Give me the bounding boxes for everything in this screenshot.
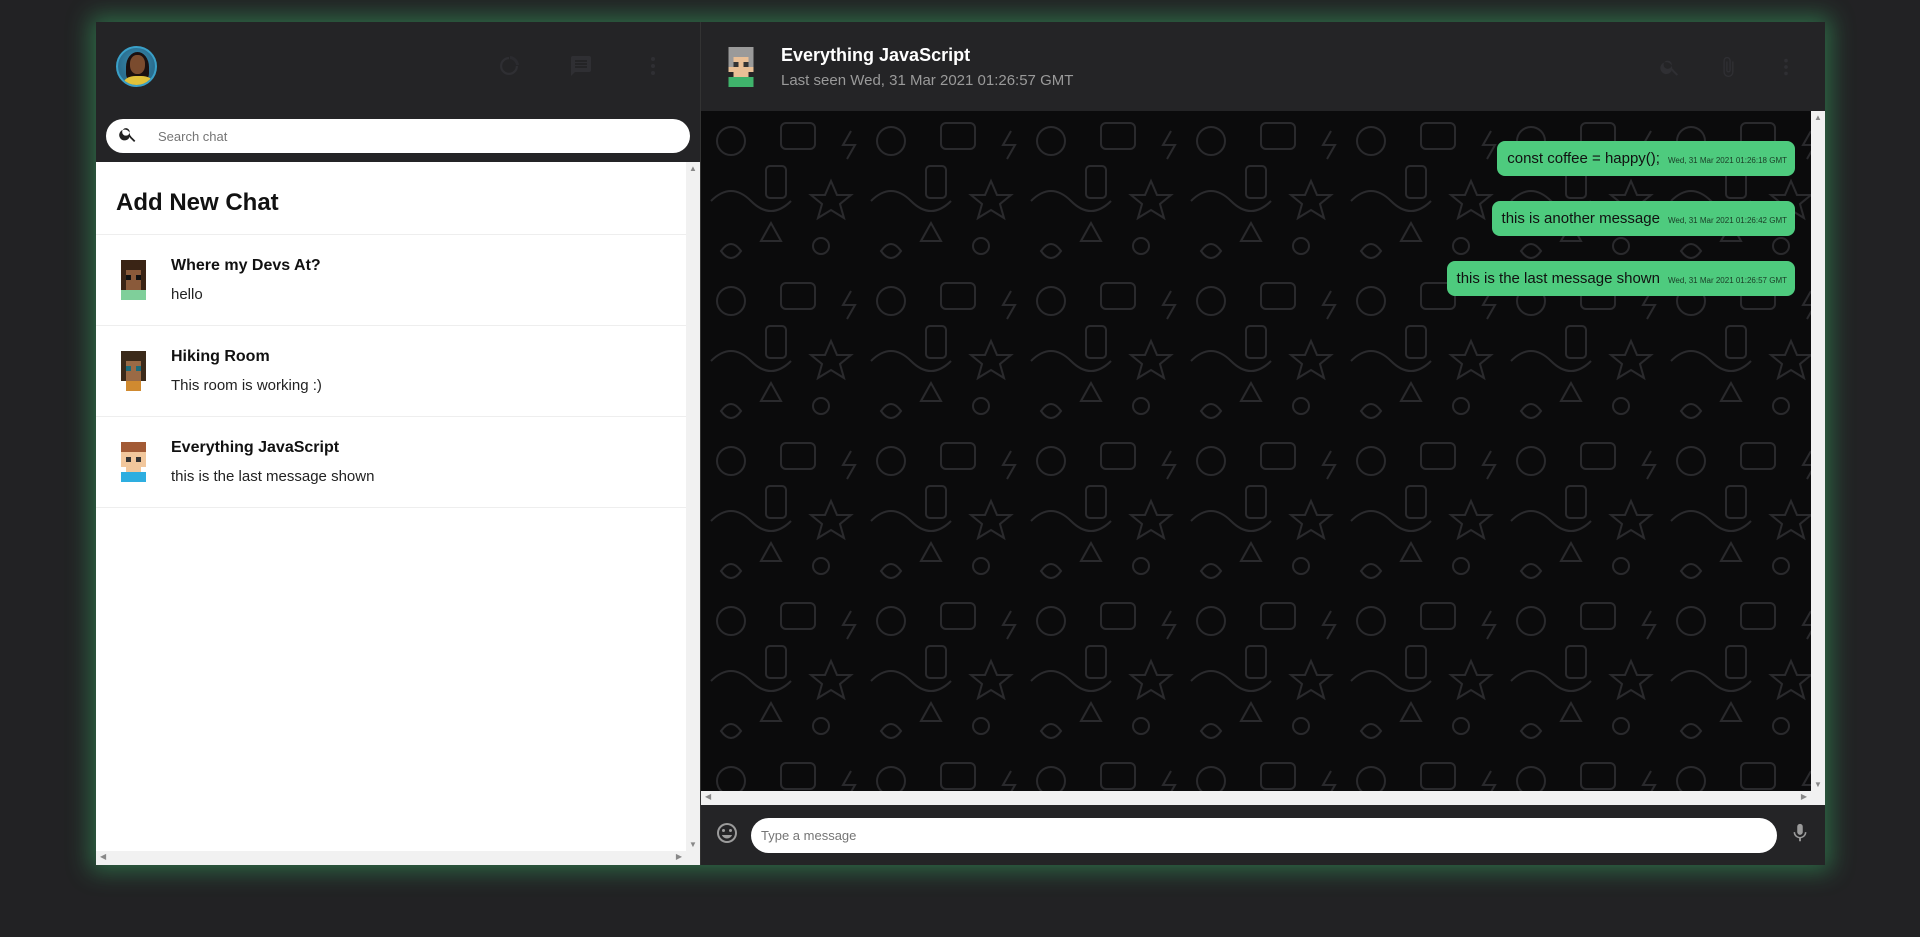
search-icon (118, 124, 138, 149)
scroll-down-arrow-icon[interactable]: ▼ (1814, 780, 1822, 789)
chat-body[interactable]: const coffee = happy(); Wed, 31 Mar 2021… (701, 111, 1825, 805)
message-composer (701, 805, 1825, 865)
sidebar-header (96, 22, 700, 110)
search-input[interactable] (158, 128, 638, 144)
user-avatar[interactable] (116, 45, 157, 87)
chat-item[interactable]: Where my Devs At? hello (96, 235, 700, 326)
chat-last-message: hello (171, 286, 203, 303)
scroll-right-arrow-icon[interactable]: ▶ (676, 852, 682, 861)
more-vert-icon[interactable] (634, 47, 672, 85)
message-text: this is another message (1501, 210, 1660, 227)
emoji-icon[interactable] (715, 821, 739, 850)
new-chat-icon[interactable] (562, 47, 600, 85)
chat-last-message: this is the last message shown (171, 468, 375, 485)
add-new-chat-button[interactable]: Add New Chat (96, 162, 700, 235)
chat-name: Hiking Room (171, 348, 270, 365)
chat-list: Add New Chat Where my Devs At? hello Hik… (96, 162, 700, 865)
sidebar: Add New Chat Where my Devs At? hello (96, 22, 701, 865)
message-timestamp: Wed, 31 Mar 2021 01:26:57 GMT (1667, 276, 1787, 285)
status-icon[interactable] (490, 47, 528, 85)
chat-last-message: This room is working :) (171, 377, 322, 394)
chat-search-icon[interactable] (1651, 48, 1689, 86)
chat-vertical-scrollbar[interactable]: ▲ ▼ (1811, 111, 1825, 805)
message-timestamp: Wed, 31 Mar 2021 01:26:42 GMT (1667, 216, 1787, 225)
mic-icon[interactable] (1789, 822, 1811, 849)
chat-item[interactable]: Everything JavaScript this is the last m… (96, 417, 700, 508)
message-timestamp: Wed, 31 Mar 2021 01:26:18 GMT (1667, 156, 1787, 165)
scroll-left-arrow-icon[interactable]: ◀ (100, 852, 106, 861)
message-bubble[interactable]: this is another message Wed, 31 Mar 2021… (1491, 201, 1795, 236)
chat-name: Everything JavaScript (171, 439, 340, 456)
chat-item[interactable]: Hiking Room This room is working :) (96, 326, 700, 417)
last-seen-text: Last seen Wed, 31 Mar 2021 01:26:57 GMT (781, 71, 1074, 89)
search-container (96, 110, 700, 162)
room-avatar[interactable] (723, 46, 759, 87)
message-bubble[interactable]: this is the last message shown Wed, 31 M… (1446, 261, 1795, 296)
app-window: Add New Chat Where my Devs At? hello (96, 22, 1825, 865)
avatar (116, 442, 151, 482)
chat-header: Everything JavaScript Last seen Wed, 31 … (701, 22, 1825, 111)
message-text: const coffee = happy(); (1507, 150, 1660, 167)
scroll-right-arrow-icon[interactable]: ▶ (1801, 792, 1807, 801)
message-bubble[interactable]: const coffee = happy(); Wed, 31 Mar 2021… (1497, 141, 1795, 176)
search-bar (106, 119, 690, 153)
room-title: Everything JavaScript (781, 44, 971, 65)
chat-panel: Everything JavaScript Last seen Wed, 31 … (701, 22, 1825, 865)
scroll-down-arrow-icon[interactable]: ▼ (689, 840, 697, 849)
horizontal-scrollbar[interactable]: ◀ ▶ (96, 851, 700, 865)
message-input[interactable] (751, 817, 1777, 853)
message-text: this is the last message shown (1456, 270, 1660, 287)
message-list: const coffee = happy(); Wed, 31 Mar 2021… (1446, 141, 1795, 296)
scroll-up-arrow-icon[interactable]: ▲ (1814, 113, 1822, 122)
chat-name: Where my Devs At? (171, 257, 321, 274)
chat-horizontal-scrollbar[interactable]: ◀ ▶ (701, 791, 1825, 805)
scroll-up-arrow-icon[interactable]: ▲ (689, 164, 697, 173)
scroll-left-arrow-icon[interactable]: ◀ (705, 792, 711, 801)
attach-icon[interactable] (1709, 48, 1747, 86)
vertical-scrollbar[interactable]: ▲ ▼ (686, 162, 700, 865)
chat-more-vert-icon[interactable] (1767, 48, 1805, 86)
avatar (116, 260, 151, 300)
avatar (116, 351, 151, 391)
